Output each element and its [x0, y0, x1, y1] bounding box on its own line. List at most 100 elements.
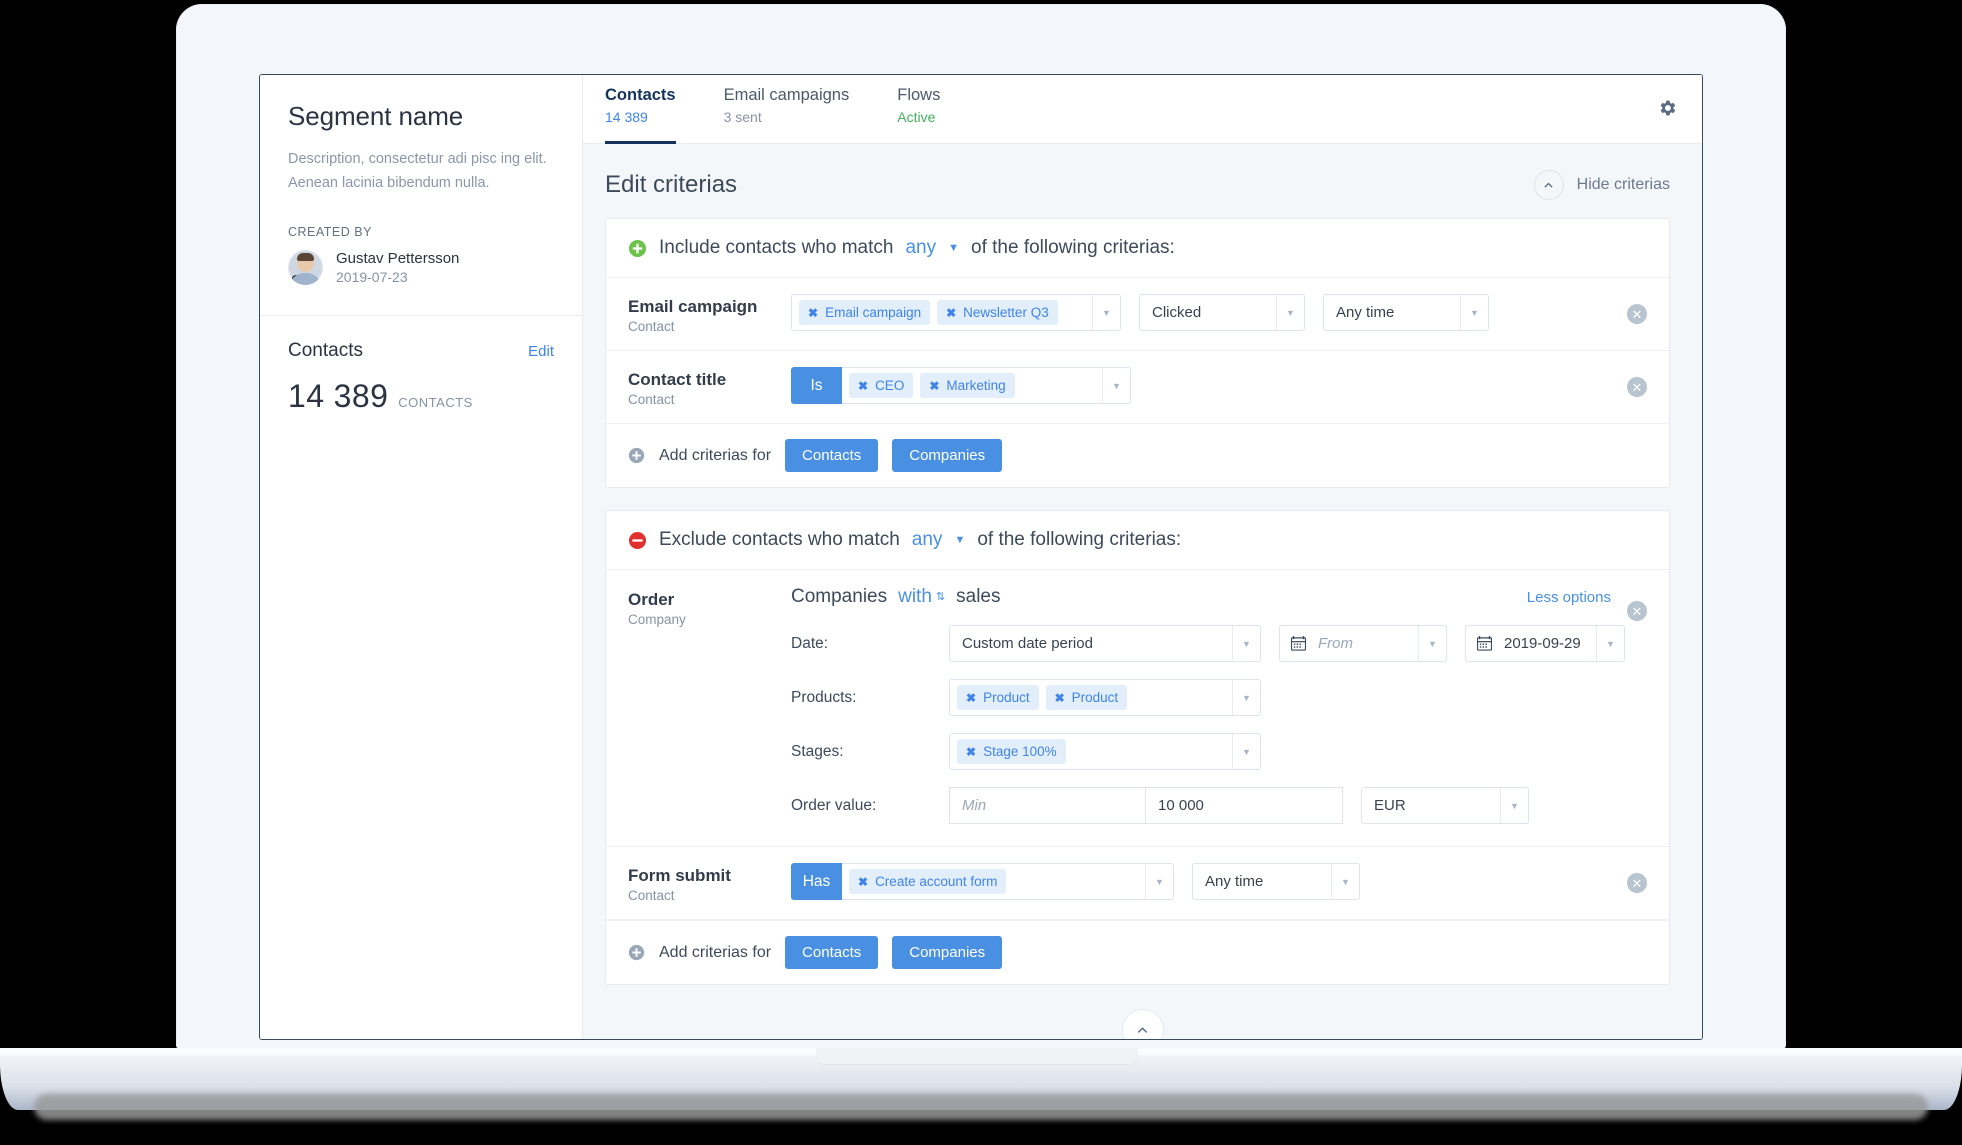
- tab-contacts[interactable]: Contacts 14 389: [605, 75, 676, 144]
- page-title: Segment name: [288, 101, 464, 131]
- gear-icon[interactable]: [1656, 97, 1680, 121]
- chevron-down-icon[interactable]: ▼: [1232, 734, 1260, 769]
- collapse-up-button[interactable]: [1121, 1009, 1164, 1039]
- date-period-select[interactable]: Custom date period ▼: [949, 625, 1261, 662]
- order-min-input[interactable]: Min: [949, 787, 1146, 824]
- tag-chip[interactable]: ✖ Create account form: [849, 869, 1007, 894]
- tab-contacts-label: Contacts: [605, 86, 676, 104]
- tag-label: Email campaign: [825, 305, 922, 320]
- chevron-down-icon[interactable]: ▼: [1232, 680, 1260, 715]
- criteria-row-order: Order Company Companies with ⇅ sales Les…: [606, 570, 1669, 847]
- chevron-down-icon[interactable]: ▼: [1145, 864, 1173, 899]
- chevron-down-icon: ▼: [948, 242, 959, 254]
- include-match-select[interactable]: any: [905, 237, 936, 259]
- email-campaign-action-select[interactable]: Clicked ▼: [1139, 294, 1305, 331]
- selected-value: Custom date period: [962, 635, 1093, 652]
- chevron-down-icon[interactable]: ▼: [1092, 295, 1120, 330]
- tag-remove-icon[interactable]: ✖: [929, 379, 939, 393]
- contacts-summary: Contacts Edit 14 389 CONTACTS: [260, 316, 582, 415]
- less-options-button[interactable]: Less options: [1527, 589, 1611, 606]
- minus-circle-red-icon: [628, 531, 647, 550]
- chevron-down-icon[interactable]: ▼: [1460, 295, 1488, 330]
- tag-chip[interactable]: ✖ Product: [957, 685, 1039, 710]
- tag-remove-icon[interactable]: ✖: [858, 379, 868, 393]
- tab-contacts-sub: 14 389: [605, 109, 648, 125]
- order-stages-label: Stages:: [791, 742, 844, 760]
- tab-flows[interactable]: Flows Active: [897, 75, 940, 144]
- criteria-name: Order: [628, 590, 675, 609]
- form-submit-time-select[interactable]: Any time ▼: [1192, 863, 1360, 900]
- tag-label: Product: [1071, 690, 1119, 705]
- tag-remove-icon[interactable]: ✖: [966, 691, 976, 705]
- order-with-select[interactable]: with ⇅: [898, 586, 945, 608]
- email-campaign-tags-select[interactable]: ✖ Email campaign ✖ Newsletter Q3 ▼: [791, 294, 1121, 331]
- tag-remove-icon[interactable]: ✖: [858, 875, 868, 889]
- add-contacts-button[interactable]: Contacts: [785, 936, 879, 969]
- operator-button[interactable]: Is: [791, 367, 842, 404]
- remove-criteria-button[interactable]: ✕: [1627, 873, 1647, 893]
- criteria-editor: Edit criterias Hide criterias Include co…: [583, 144, 1702, 1039]
- tag-chip[interactable]: ✖ Stage 100%: [957, 739, 1066, 764]
- creator-date: 2019-07-23: [336, 269, 408, 286]
- tag-chip[interactable]: ✖ Newsletter Q3: [937, 300, 1058, 325]
- tag-chip[interactable]: ✖ Product: [1045, 685, 1128, 710]
- exclude-text-before: Exclude contacts who match: [659, 529, 900, 550]
- tag-remove-icon[interactable]: ✖: [966, 745, 976, 759]
- tab-email-campaigns[interactable]: Email campaigns 3 sent: [724, 75, 850, 144]
- include-text-after: of the following criterias:: [971, 237, 1175, 258]
- order-headline-b: sales: [956, 586, 1001, 607]
- tag-remove-icon[interactable]: ✖: [946, 306, 956, 320]
- products-select[interactable]: ✖ Product ✖ Product ▼: [949, 679, 1261, 716]
- order-stages-row: Stages: ✖ Stage 100% ▼: [791, 733, 1647, 770]
- edit-link[interactable]: Edit: [528, 343, 554, 360]
- operator-button[interactable]: Has: [791, 863, 842, 900]
- add-companies-button[interactable]: Companies: [892, 936, 1003, 969]
- chevron-down-icon[interactable]: ▼: [1596, 626, 1624, 661]
- tag-chip[interactable]: ✖ Marketing: [920, 373, 1015, 398]
- chevron-up-icon: [1533, 170, 1564, 200]
- tag-chip[interactable]: ✖ CEO: [849, 373, 914, 398]
- tag-label: Marketing: [946, 378, 1006, 393]
- hide-criterias-button[interactable]: Hide criterias: [1533, 170, 1670, 200]
- created-by-label: CREATED BY: [288, 225, 372, 240]
- remove-criteria-button[interactable]: ✕: [1627, 304, 1647, 324]
- exclude-match-select[interactable]: any: [912, 529, 943, 551]
- contact-title-combo: Is ✖ CEO ✖ Marketing ▼: [791, 367, 1131, 404]
- stages-select[interactable]: ✖ Stage 100% ▼: [949, 733, 1261, 770]
- order-max-input[interactable]: 10 000: [1146, 787, 1343, 824]
- laptop-shadow: [34, 1094, 1928, 1120]
- avatar: [288, 250, 323, 286]
- order-headline-a: Companies: [791, 586, 888, 607]
- remove-criteria-button[interactable]: ✕: [1627, 377, 1647, 397]
- form-submit-tags-select[interactable]: ✖ Create account form ▼: [842, 863, 1174, 900]
- sort-updown-icon: ⇅: [935, 590, 946, 603]
- tag-remove-icon[interactable]: ✖: [1055, 691, 1065, 705]
- add-companies-button[interactable]: Companies: [892, 439, 1003, 472]
- tab-bar: Contacts 14 389 Email campaigns 3 sent F…: [583, 75, 1702, 144]
- add-contacts-button[interactable]: Contacts: [785, 439, 879, 472]
- currency-select[interactable]: EUR ▼: [1361, 787, 1529, 824]
- order-value-label: Order value:: [791, 796, 877, 814]
- remove-criteria-button[interactable]: ✕: [1627, 601, 1647, 621]
- date-from-select[interactable]: From ▼: [1279, 625, 1447, 662]
- chevron-down-icon[interactable]: ▼: [1500, 788, 1528, 823]
- tag-remove-icon[interactable]: ✖: [808, 306, 818, 320]
- hide-criterias-label: Hide criterias: [1576, 176, 1670, 193]
- screenshot-stage: Segment name Description, consectetur ad…: [0, 0, 1962, 1145]
- criteria-row-contact-title: Contact title Contact Is ✖ CEO ✖ Marketi…: [606, 351, 1669, 424]
- contact-title-tags-select[interactable]: ✖ CEO ✖ Marketing ▼: [842, 367, 1131, 404]
- tag-label: Create account form: [875, 874, 998, 889]
- tag-label: Newsletter Q3: [963, 305, 1049, 320]
- main-content: Contacts 14 389 Email campaigns 3 sent F…: [583, 75, 1702, 1039]
- chevron-down-icon[interactable]: ▼: [1276, 295, 1304, 330]
- chevron-down-icon[interactable]: ▼: [1331, 864, 1359, 899]
- selected-value: EUR: [1374, 797, 1406, 814]
- chevron-down-icon[interactable]: ▼: [1102, 368, 1130, 403]
- chevron-down-icon[interactable]: ▼: [1232, 626, 1260, 661]
- date-to-select[interactable]: 2019-09-29 ▼: [1465, 625, 1625, 662]
- chevron-down-icon[interactable]: ▼: [1418, 626, 1446, 661]
- email-campaign-time-select[interactable]: Any time ▼: [1323, 294, 1489, 331]
- include-criteria-card: Include contacts who match any ▼ of the …: [605, 218, 1670, 488]
- tag-chip[interactable]: ✖ Email campaign: [799, 300, 931, 325]
- order-date-label: Date:: [791, 634, 829, 652]
